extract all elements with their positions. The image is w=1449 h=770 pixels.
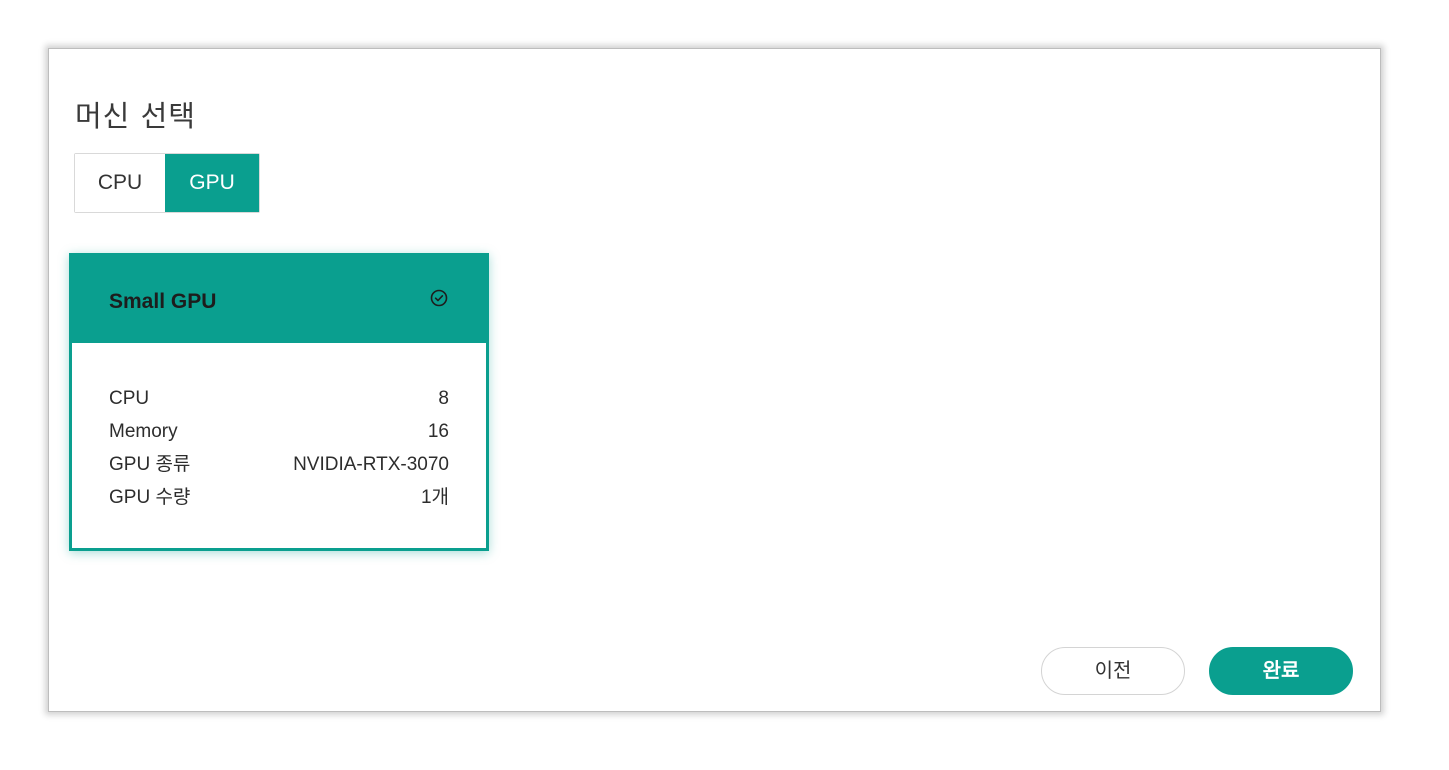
previous-button[interactable]: 이전 [1041,647,1185,695]
machine-card-title: Small GPU [109,290,217,313]
gpu-tab[interactable]: GPU [165,154,259,212]
machine-card-small-gpu[interactable]: Small GPU CPU 8 Memory 16 GPU 종류 NVIDIA-… [69,253,489,551]
complete-button[interactable]: 완료 [1209,647,1353,695]
spec-value: 8 [438,388,449,409]
cpu-tab[interactable]: CPU [75,154,165,212]
spec-row-memory: Memory 16 [109,415,449,448]
check-circle-icon [430,289,448,307]
spec-label: GPU 수량 [109,487,191,508]
machine-spec-list: CPU 8 Memory 16 GPU 종류 NVIDIA-RTX-3070 G… [109,382,449,514]
spec-row-cpu: CPU 8 [109,382,449,415]
machine-card-header: Small GPU [72,256,486,343]
machine-select-dialog: 머신 선택 CPU GPU Small GPU CPU 8 Memory 16 … [48,48,1381,712]
spec-label: GPU 종류 [109,454,191,475]
spec-value: 16 [427,421,449,442]
machine-type-toggle: CPU GPU [74,153,260,213]
spec-row-gpu-count: GPU 수량 1개 [109,481,449,514]
spec-label: CPU [109,388,150,409]
dialog-title: 머신 선택 [75,99,196,133]
spec-row-gpu-type: GPU 종류 NVIDIA-RTX-3070 [109,448,449,481]
spec-label: Memory [109,421,178,442]
spec-value: NVIDIA-RTX-3070 [293,454,449,475]
spec-value: 1개 [420,487,449,508]
